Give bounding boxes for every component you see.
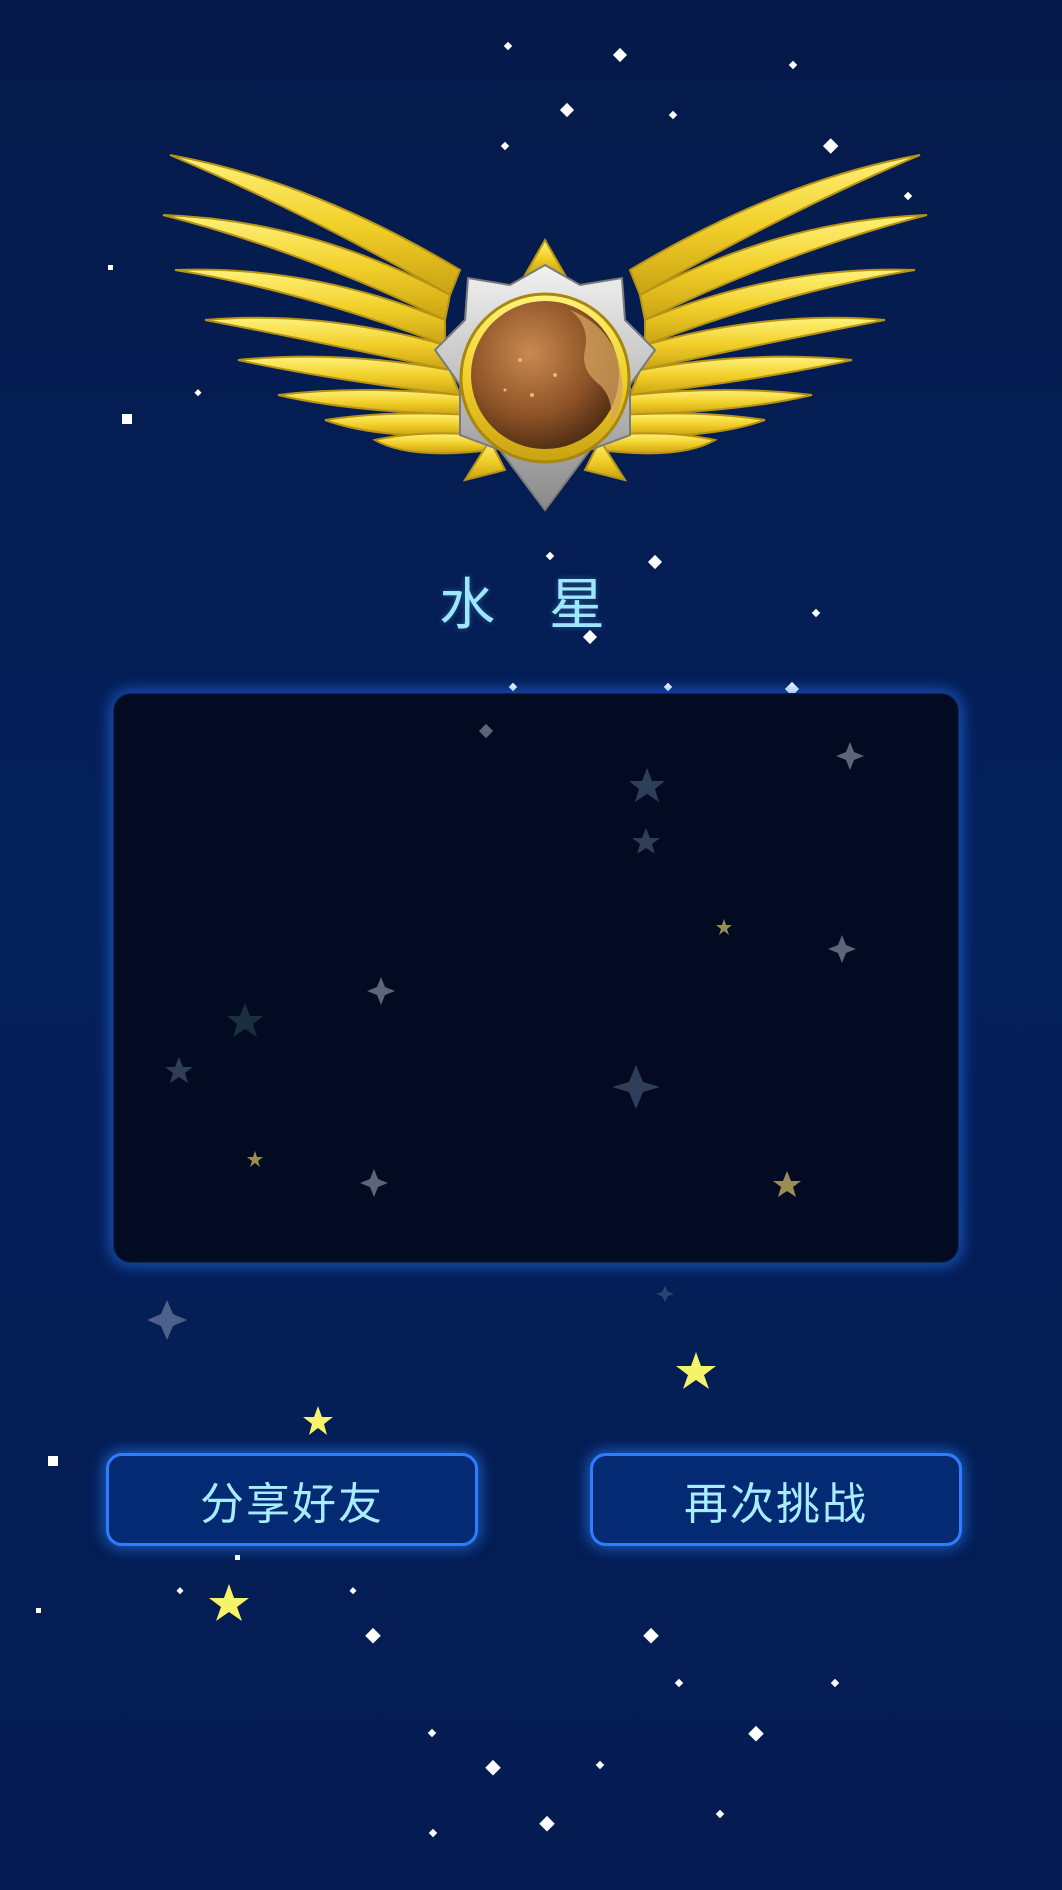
- panel-star-decoration: [165, 723, 864, 1197]
- winged-medal-badge: [160, 150, 930, 520]
- retry-challenge-label: 再次挑战: [684, 1478, 868, 1530]
- result-panel: [113, 693, 959, 1263]
- share-friends-label: 分享好友: [200, 1478, 384, 1530]
- planet-title: 水 星: [439, 573, 623, 638]
- winged-medal-mercury-icon: [162, 154, 928, 512]
- retry-challenge-button[interactable]: 再次挑战: [590, 1453, 962, 1546]
- share-friends-button[interactable]: 分享好友: [106, 1453, 478, 1546]
